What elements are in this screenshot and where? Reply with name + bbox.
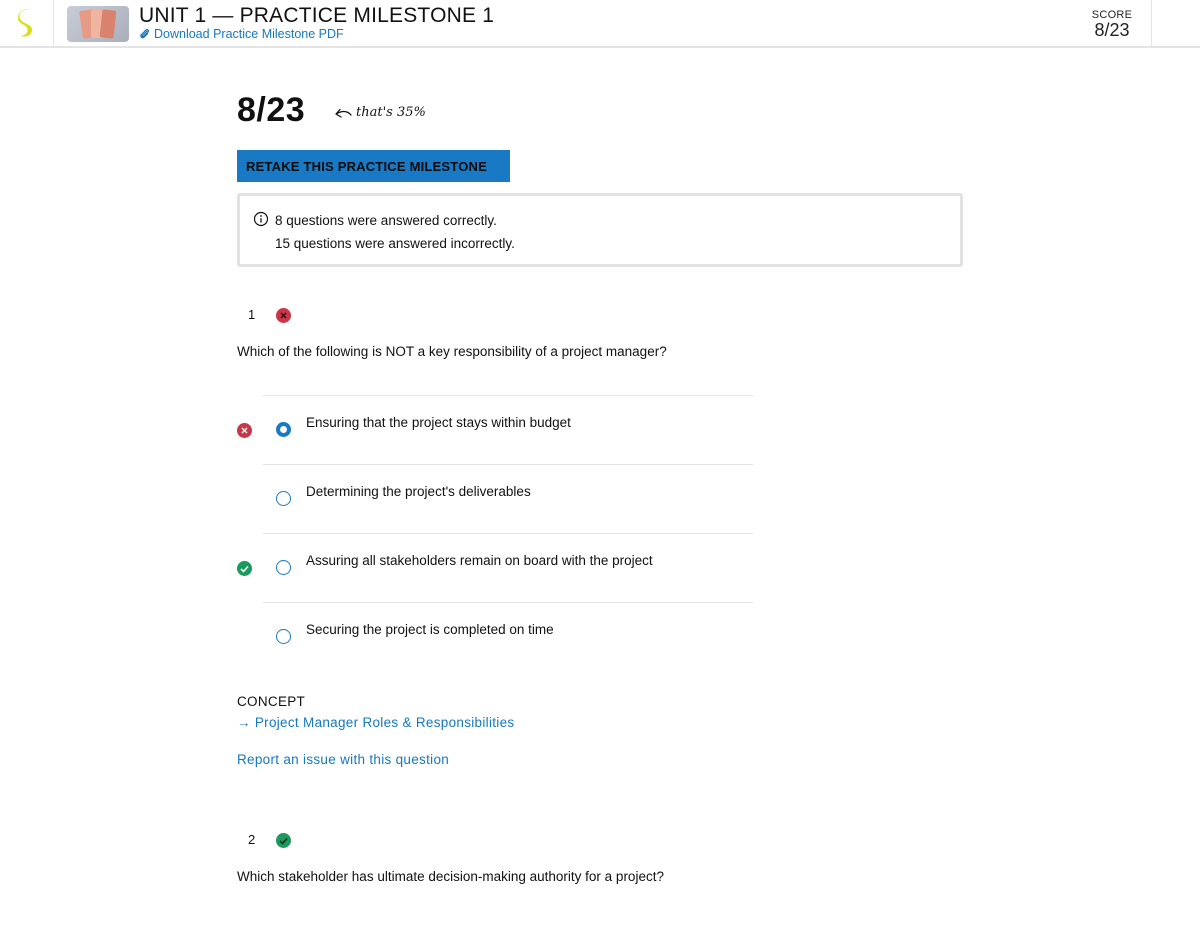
answer-option[interactable]: Determining the project's deliverables — [263, 464, 753, 533]
results-info-box: 8 questions were answered correctly. 15 … — [237, 193, 963, 267]
question-number: 2 — [248, 832, 256, 847]
course-thumbnail — [67, 6, 129, 42]
header-divider — [1151, 0, 1152, 46]
correct-count-text: 8 questions were answered correctly. — [275, 213, 497, 228]
answer-option[interactable]: Assuring all stakeholders remain on boar… — [237, 533, 753, 602]
question-status-incorrect — [276, 308, 291, 323]
logo[interactable] — [0, 0, 54, 46]
top-header: UNIT 1 — PRACTICE MILESTONE 1 Download P… — [0, 0, 1200, 48]
paperclip-icon — [140, 28, 150, 39]
report-issue-link[interactable]: Report an issue with this question — [237, 752, 449, 767]
sophia-logo-icon — [17, 8, 32, 37]
check-mark-icon — [279, 837, 288, 845]
x-mark-icon — [280, 312, 287, 319]
download-pdf-label[interactable]: Download Practice Milestone PDF — [154, 27, 344, 41]
info-icon — [253, 211, 269, 227]
score-value: 8/23 — [1094, 20, 1130, 40]
back-arrow-icon — [335, 108, 352, 118]
answer-text: Ensuring that the project stays within b… — [306, 415, 571, 430]
retake-button[interactable]: RETAKE THIS PRACTICE MILESTONE — [237, 150, 510, 182]
concept-link[interactable]: → Project Manager Roles & Responsibiliti… — [237, 715, 514, 730]
answer-correct-mark — [237, 561, 252, 576]
big-score: 8/23 — [237, 91, 306, 129]
incorrect-count-text: 15 questions were answered incorrectly. — [275, 236, 515, 251]
answer-text: Determining the project's deliverables — [306, 484, 531, 499]
answer-option[interactable]: Ensuring that the project stays within b… — [237, 395, 753, 464]
radio-icon[interactable] — [276, 491, 291, 506]
percent-note-text: that's 35% — [356, 105, 426, 120]
answer-option[interactable]: Securing the project is completed on tim… — [263, 602, 753, 671]
radio-icon[interactable] — [276, 422, 291, 437]
page-title: UNIT 1 — PRACTICE MILESTONE 1 — [139, 4, 495, 27]
header-score: SCORE 8/23 — [1060, 0, 1152, 46]
question-number: 1 — [248, 307, 256, 322]
check-mark-icon — [240, 565, 249, 573]
question-status-correct — [276, 833, 291, 848]
answer-text: Assuring all stakeholders remain on boar… — [306, 553, 653, 568]
answer-text: Securing the project is completed on tim… — [306, 622, 554, 637]
percent-note: that's 35% — [333, 105, 426, 120]
concept-label: CONCEPT — [237, 694, 306, 709]
answer-wrong-mark — [237, 423, 252, 438]
question-text: Which of the following is NOT a key resp… — [237, 344, 667, 359]
x-mark-icon — [241, 427, 248, 434]
question-text: Which stakeholder has ultimate decision-… — [237, 869, 664, 884]
answer-list: Ensuring that the project stays within b… — [237, 395, 753, 671]
download-pdf-link[interactable]: Download Practice Milestone PDF — [139, 27, 344, 41]
radio-icon[interactable] — [276, 629, 291, 644]
radio-icon[interactable] — [276, 560, 291, 575]
